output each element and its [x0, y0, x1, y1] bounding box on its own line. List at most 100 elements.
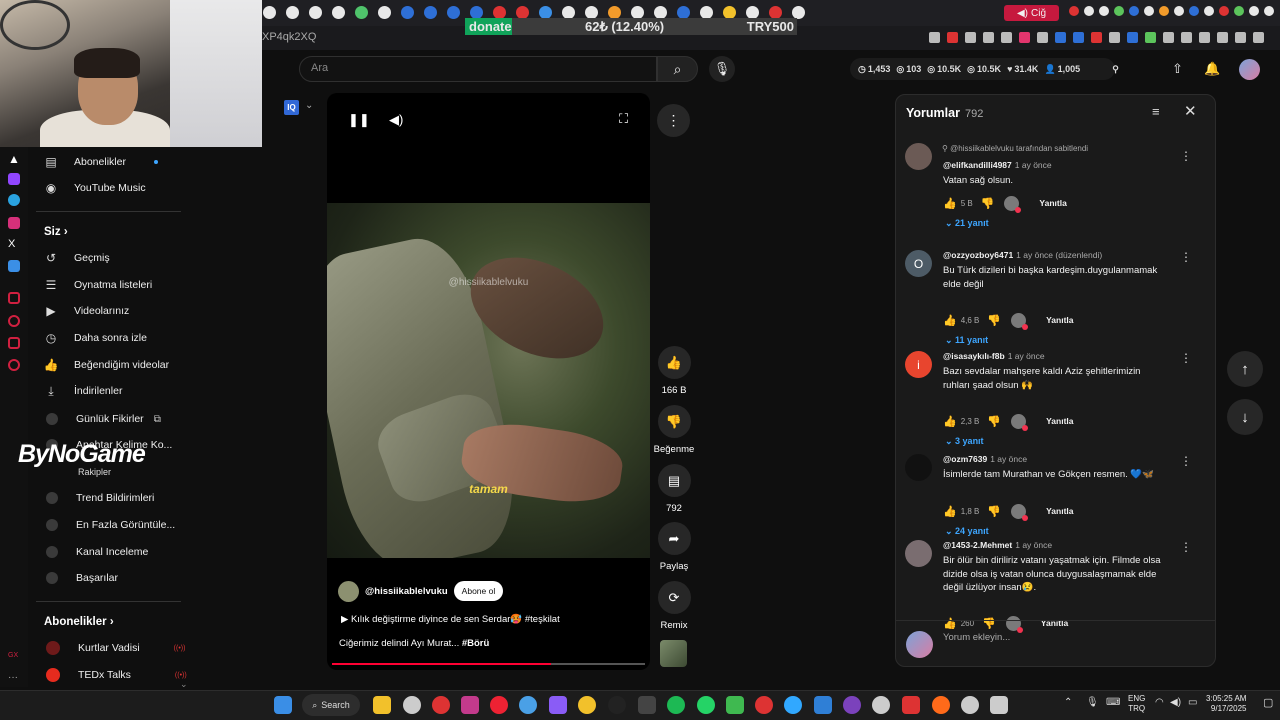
tool-item[interactable]: Kanal Inceleme	[44, 542, 148, 562]
extension-icon[interactable]	[1145, 32, 1156, 43]
share-button[interactable]: ➦ Paylaş	[644, 522, 704, 572]
taskbar-app-icon[interactable]	[932, 696, 950, 714]
browser-tab-icon[interactable]	[424, 6, 437, 19]
browser-tab-icon[interactable]	[1144, 6, 1154, 16]
taskbar-app-icon[interactable]	[608, 696, 626, 714]
hashtag-link[interactable]: #Börü	[462, 638, 489, 649]
channel-name[interactable]: @hissiikablelvuku	[365, 586, 448, 597]
extension-icon[interactable]	[1109, 32, 1120, 43]
cig-tab[interactable]: ◀) Ciğ	[1004, 5, 1059, 21]
keyboard-icon[interactable]: ⌨	[1106, 697, 1120, 708]
youtube-icon[interactable]: ▲	[8, 152, 20, 166]
comment-more-icon[interactable]: ⋮	[1180, 149, 1192, 163]
thumbs-up-icon[interactable]: 👍	[943, 197, 957, 210]
settings-icon[interactable]	[8, 359, 20, 371]
twitch-icon[interactable]	[8, 173, 20, 185]
battery-icon[interactable]: ▭	[1188, 697, 1197, 708]
comments-scrollbar[interactable]	[1209, 130, 1213, 620]
search-input[interactable]	[299, 56, 657, 82]
browser-tab-icon[interactable]	[355, 6, 368, 19]
comments-button[interactable]: ▤ 792	[644, 464, 704, 514]
extension-icon[interactable]	[1199, 32, 1210, 43]
browser-tab-icon[interactable]	[1264, 6, 1274, 16]
taskbar-app-icon[interactable]	[814, 696, 832, 714]
browser-tab-icon[interactable]	[1099, 6, 1109, 16]
extension-icon[interactable]	[947, 32, 958, 43]
thumbs-up-icon[interactable]: 👍	[943, 415, 957, 428]
taskbar-app-icon[interactable]	[697, 696, 715, 714]
taskbar-app-icon[interactable]	[519, 696, 537, 714]
comment-author[interactable]: @elifkandilli4987 1 ay önce	[943, 160, 1052, 170]
scroll-up-button[interactable]: ↑	[1227, 351, 1263, 387]
thumbs-down-icon[interactable]: 👎	[982, 617, 996, 630]
browser-tab-icon[interactable]	[1189, 6, 1199, 16]
volume-icon[interactable]: ◀)	[389, 112, 403, 128]
browser-tab-icon[interactable]	[1084, 6, 1094, 16]
view-replies-button[interactable]: ⌄ 24 yanıt	[945, 526, 989, 537]
taskbar-app-icon[interactable]	[843, 696, 861, 714]
close-icon[interactable]: ✕	[1184, 102, 1197, 120]
reply-button[interactable]: Yanıtla	[1046, 506, 1073, 516]
search-button[interactable]: ⌕	[657, 56, 698, 82]
tool-item[interactable]: Başarılar	[44, 568, 118, 588]
taskbar-app-icon[interactable]	[872, 696, 890, 714]
comment-more-icon[interactable]: ⋮	[1180, 250, 1192, 264]
system-clock[interactable]: 3:05:25 AM 9/17/2025	[1206, 694, 1246, 714]
extension-icon[interactable]	[1127, 32, 1138, 43]
comment-more-icon[interactable]: ⋮	[1180, 351, 1192, 365]
extension-icon[interactable]	[1001, 32, 1012, 43]
comment-author[interactable]: @ozzyozboy6471 1 ay önce (düzenlendi)	[943, 250, 1102, 260]
browser-tab-icon[interactable]	[332, 6, 345, 19]
browser-tab-icon[interactable]	[401, 6, 414, 19]
gx-icon[interactable]: GX	[8, 652, 20, 664]
thumbs-down-icon[interactable]: 👎	[987, 314, 1001, 327]
clock-icon[interactable]	[8, 315, 20, 327]
reply-button[interactable]: Yanıtla	[1046, 416, 1073, 426]
comment-input[interactable]: Yorum ekleyin...	[943, 632, 1010, 643]
browser-tab-icon[interactable]	[1249, 6, 1259, 16]
chat-icon[interactable]	[8, 337, 20, 349]
thumbs-up-icon[interactable]: 👍	[943, 505, 957, 518]
avatar[interactable]: O	[905, 250, 932, 277]
language-indicator[interactable]: ENG TRQ	[1128, 694, 1145, 714]
browser-tab-icon[interactable]	[1219, 6, 1229, 16]
sidebar-item-history[interactable]: ↺ Geçmiş	[44, 248, 110, 268]
extension-icon[interactable]	[1073, 32, 1084, 43]
avatar[interactable]	[905, 143, 932, 170]
browser-tab-icon[interactable]	[1159, 6, 1169, 16]
x-icon[interactable]: X	[8, 238, 20, 250]
taskbar-app-icon[interactable]	[902, 696, 920, 714]
browser-tab-icon[interactable]	[1174, 6, 1184, 16]
extension-icon[interactable]	[1253, 32, 1264, 43]
browser-tab-icon[interactable]	[1204, 6, 1214, 16]
video-progress-bar[interactable]	[332, 663, 645, 665]
video-frame[interactable]	[327, 203, 650, 558]
bookmark-icon[interactable]	[8, 292, 20, 304]
taskbar-app-icon[interactable]	[549, 696, 567, 714]
taskbar-app-icon[interactable]	[784, 696, 802, 714]
browser-tab-icon[interactable]	[309, 6, 322, 19]
browser-tab-icon[interactable]	[1114, 6, 1124, 16]
avatar[interactable]: i	[905, 351, 932, 378]
pause-icon[interactable]: ❚❚	[348, 112, 370, 128]
fullscreen-icon[interactable]: ⛶	[619, 111, 628, 127]
upload-icon[interactable]: ⇧	[1172, 61, 1183, 77]
taskbar-app-icon[interactable]	[461, 696, 479, 714]
browser-tab-icon[interactable]	[1129, 6, 1139, 16]
thumbs-up-icon[interactable]: 👍	[943, 617, 957, 630]
view-replies-button[interactable]: ⌄ 3 yanıt	[945, 436, 984, 447]
avatar[interactable]	[905, 540, 932, 567]
dislike-button[interactable]: 👎 Beğenme	[644, 405, 704, 455]
browser-tab-icon[interactable]	[263, 6, 276, 19]
reply-button[interactable]: Yanıtla	[1039, 198, 1066, 208]
extension-icon[interactable]	[1019, 32, 1030, 43]
comment-more-icon[interactable]: ⋮	[1180, 540, 1192, 554]
extension-icon[interactable]	[1235, 32, 1246, 43]
avatar[interactable]	[1239, 59, 1260, 80]
tool-item[interactable]: Günlük Fikirler ⧉	[44, 409, 161, 429]
sidebar-section-you[interactable]: Siz ›	[44, 226, 68, 238]
tool-item[interactable]: Trend Bildirimleri	[44, 488, 154, 508]
taskbar-app-icon[interactable]	[490, 696, 508, 714]
view-replies-button[interactable]: ⌄ 11 yanıt	[945, 335, 988, 346]
browser-tab-icon[interactable]	[1234, 6, 1244, 16]
